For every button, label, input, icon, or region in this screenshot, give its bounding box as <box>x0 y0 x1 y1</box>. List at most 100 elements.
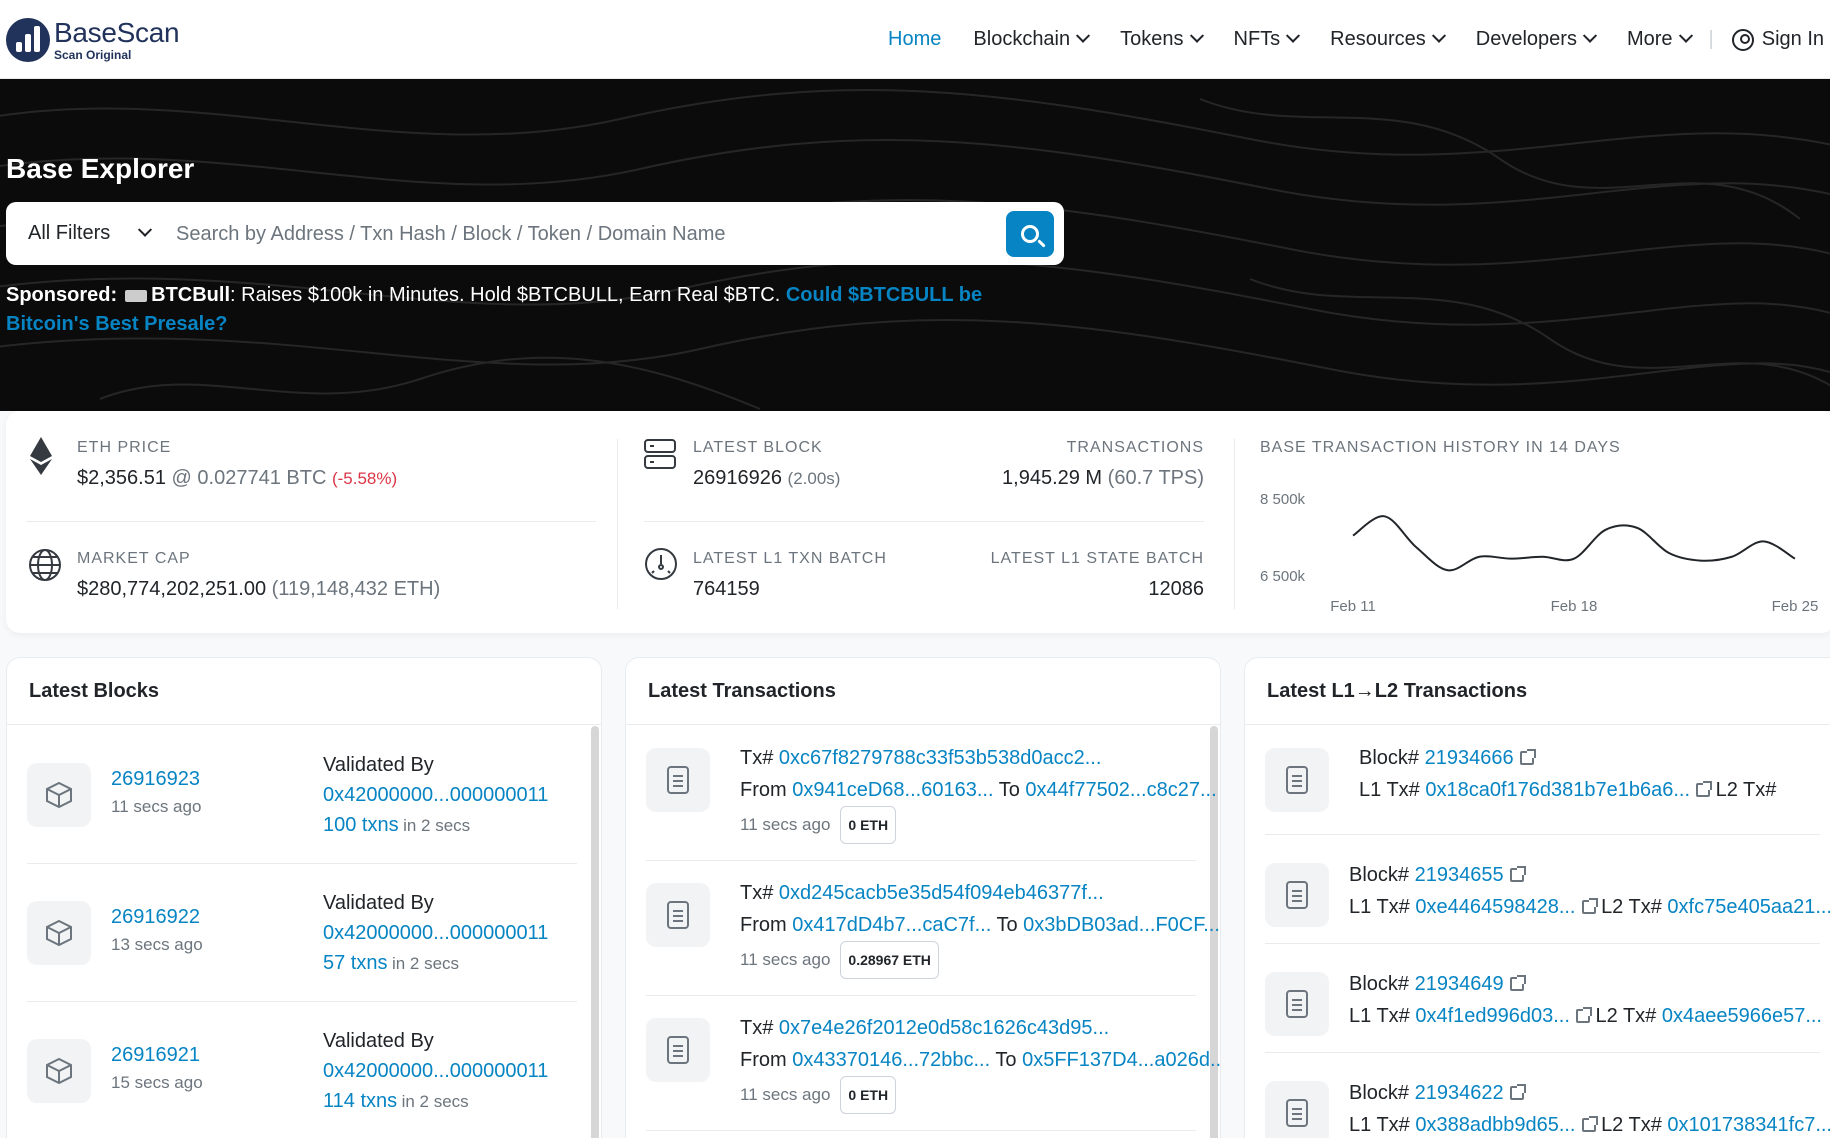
search-bar: All Filters <box>6 202 1064 265</box>
search-button[interactable] <box>1006 211 1054 257</box>
l1-block-link[interactable]: 21934649 <box>1415 973 1504 995</box>
from-label: From <box>740 779 787 801</box>
transaction-row: Tx# 0xd245cacb5e35d54f094eb46377f... Fro… <box>646 861 1220 996</box>
filter-dropdown[interactable]: All Filters <box>28 202 153 265</box>
sponsor-logo-icon <box>125 289 148 302</box>
scrollbar[interactable] <box>591 726 599 1138</box>
block-duration: in 2 secs <box>391 954 460 973</box>
tx-hash-link[interactable]: 0xc67f8279788c33f53b538d0acc2... <box>779 747 1102 769</box>
transaction-history-chart[interactable]: 8 500k 6 500k Feb 11 Feb 18 Feb 25 <box>1260 471 1830 621</box>
nav-nfts[interactable]: NFTs <box>1234 28 1301 51</box>
external-link-icon[interactable] <box>1509 975 1526 991</box>
eth-price-value[interactable]: $2,356.51 @ 0.027741 BTC (-5.58%) <box>77 467 397 490</box>
block-number-link[interactable]: 26916923 <box>111 768 201 791</box>
validated-by-label: Validated By <box>323 754 434 776</box>
l1-block-link[interactable]: 21934655 <box>1415 864 1504 886</box>
page-title: Base Explorer <box>6 153 195 184</box>
market-cap-label: MARKET CAP <box>77 550 191 567</box>
validated-by-label: Validated By <box>323 1030 434 1052</box>
ethereum-icon <box>30 437 52 475</box>
card-title: Latest Transactions <box>626 658 1220 725</box>
from-address-link[interactable]: 0x43370146...72bbc... <box>792 1049 990 1071</box>
document-icon <box>1286 766 1308 794</box>
l1-tx-link[interactable]: 0x18ca0f176d381b7e1b6a6... <box>1425 779 1690 801</box>
validator-link[interactable]: 0x42000000...000000011 <box>323 780 548 810</box>
block-number-link[interactable]: 26916922 <box>111 906 203 929</box>
from-label: From <box>740 1049 787 1071</box>
block-icon-tile <box>27 763 91 827</box>
tx-hash-link[interactable]: 0x7e4e26f2012e0d58c1626c43d95... <box>779 1017 1109 1039</box>
document-icon <box>1286 990 1308 1018</box>
block-age: 11 secs ago <box>111 797 202 816</box>
validator-link[interactable]: 0x42000000...000000011 <box>323 1056 548 1086</box>
sponsored-label: Sponsored: <box>6 284 118 306</box>
l2-tx-link[interactable]: 0x101738341fc7... <box>1667 1114 1830 1136</box>
tx-icon-tile <box>1265 1081 1329 1138</box>
transactions-value[interactable]: 1,945.29 M (60.7 TPS) <box>866 467 1204 490</box>
to-address-link[interactable]: 0x5FF137D4...a026d... <box>1022 1049 1220 1071</box>
document-icon <box>1286 881 1308 909</box>
to-label: To <box>998 779 1020 801</box>
external-link-icon[interactable] <box>1575 1007 1592 1023</box>
from-address-link[interactable]: 0x941ceD68...60163... <box>792 779 993 801</box>
chart-title: BASE TRANSACTION HISTORY IN 14 DAYS <box>1260 439 1621 456</box>
sign-in-link[interactable]: Sign In <box>1731 28 1824 51</box>
validated-by-label: Validated By <box>323 892 434 914</box>
tx-hash-link[interactable]: 0xd245cacb5e35d54f094eb46377f... <box>779 882 1104 904</box>
l1-tx-link[interactable]: 0xe4464598428... <box>1415 896 1575 918</box>
l1-tx-link[interactable]: 0x388adbb9d65... <box>1415 1114 1575 1136</box>
stats-panel: ETH PRICE $2,356.51 @ 0.027741 BTC (-5.5… <box>6 411 1830 633</box>
l1-block-link[interactable]: 21934666 <box>1425 747 1514 769</box>
block-row: 26916922 13 secs ago Validated By 0x4200… <box>27 864 577 1002</box>
series-line[interactable] <box>1352 515 1796 572</box>
divider <box>26 521 596 522</box>
nav-home[interactable]: Home <box>888 28 941 51</box>
basescan-logo[interactable]: BaseScan Scan Original <box>6 18 180 62</box>
external-link-icon[interactable] <box>1519 749 1536 765</box>
latest-transactions-card: Latest Transactions Tx# 0xc67f8279788c33… <box>625 657 1221 1138</box>
tx-value-badge: 0.28967 ETH <box>840 941 939 979</box>
external-link-icon[interactable] <box>1509 1084 1526 1100</box>
transaction-row: Tx# 0xc67f8279788c33f53b538d0acc2... Fro… <box>646 726 1217 861</box>
txns-link[interactable]: 114 txns <box>323 1090 397 1112</box>
block-number-link[interactable]: 26916921 <box>111 1044 203 1067</box>
gauge-icon <box>645 548 677 580</box>
l1-tx-link[interactable]: 0x4f1ed996d03... <box>1415 1005 1570 1027</box>
search-input[interactable] <box>176 216 996 252</box>
nav-tokens[interactable]: Tokens <box>1120 28 1204 51</box>
to-address-link[interactable]: 0x44f77502...c8c27... <box>1025 779 1216 801</box>
l1-state-batch-value: 12086 <box>1148 578 1204 600</box>
main-nav: Home Blockchain Tokens NFTs Resources De… <box>856 0 1824 79</box>
transaction-row: Tx# 0x7e4e26f2012e0d58c1626c43d95... Fro… <box>646 996 1220 1131</box>
l2-tx-link[interactable]: 0xfc75e405aa21... <box>1667 896 1830 918</box>
txns-link[interactable]: 100 txns <box>323 814 399 836</box>
txns-link[interactable]: 57 txns <box>323 952 387 974</box>
validator-link[interactable]: 0x42000000...000000011 <box>323 918 548 948</box>
external-link-icon[interactable] <box>1581 898 1598 914</box>
tx-age: 11 secs ago <box>740 815 831 834</box>
external-link-icon[interactable] <box>1509 866 1526 882</box>
search-icon <box>1021 225 1039 243</box>
l1-tx-label: L1 Tx# <box>1349 1114 1410 1136</box>
block-icon-tile <box>27 901 91 965</box>
nav-developers[interactable]: Developers <box>1476 28 1598 51</box>
external-link-icon[interactable] <box>1696 781 1713 797</box>
nav-blockchain[interactable]: Blockchain <box>973 28 1091 51</box>
nav-divider: | <box>1708 28 1714 50</box>
from-label: From <box>740 914 787 936</box>
l1-tx-label: L1 Tx# <box>1359 779 1420 801</box>
l2-tx-link[interactable]: 0x4aee5966e57... <box>1662 1005 1822 1027</box>
nav-more[interactable]: More <box>1627 28 1693 51</box>
l1-block-link[interactable]: 21934622 <box>1415 1082 1504 1104</box>
latest-block-value[interactable]: 26916926 (2.00s) <box>693 467 840 490</box>
from-address-link[interactable]: 0x417dD4b7...caC7f... <box>792 914 991 936</box>
l1-l2-row: Block# 21934655 L1 Tx# 0xe4464598428... … <box>1265 835 1830 944</box>
nav-resources[interactable]: Resources <box>1330 28 1446 51</box>
to-address-link[interactable]: 0x3bDB03ad...F0CF... <box>1023 914 1220 936</box>
user-circle-icon <box>1731 28 1754 51</box>
tx-icon-tile <box>1265 863 1329 927</box>
chevron-down-icon <box>1582 28 1598 43</box>
cube-icon <box>46 1057 72 1085</box>
external-link-icon[interactable] <box>1581 1116 1598 1132</box>
server-icon <box>644 439 676 469</box>
